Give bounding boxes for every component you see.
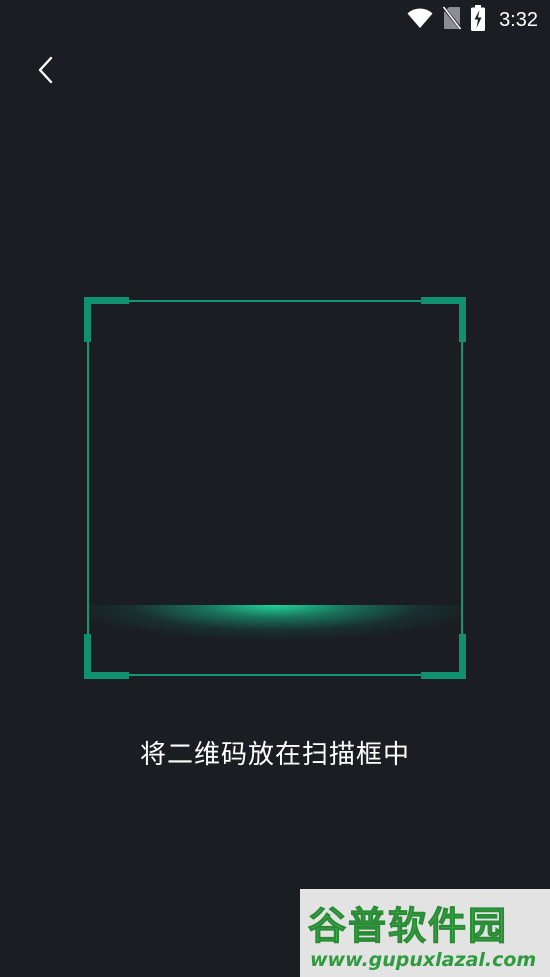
chevron-left-icon xyxy=(37,56,55,88)
status-time: 3:32 xyxy=(499,8,538,31)
scan-frame xyxy=(84,297,466,679)
watermark-url: www.gupuxlazal.com xyxy=(310,949,537,971)
scan-corner-top-right xyxy=(421,297,466,342)
watermark-logo: 谷普软件园 xyxy=(307,904,509,949)
wifi-icon xyxy=(407,7,433,33)
status-icons: 3:32 xyxy=(407,5,538,35)
battery-charging-icon xyxy=(471,5,486,35)
scan-line xyxy=(87,605,463,641)
no-sim-icon xyxy=(441,6,463,34)
back-button[interactable] xyxy=(26,52,66,92)
status-bar: 3:32 xyxy=(0,0,550,40)
qr-scan-screen: 3:32 将二维码放在扫描框中 谷普软件园 www.gupuxlazal.com xyxy=(0,0,550,977)
scan-hint-text: 将二维码放在扫描框中 xyxy=(139,740,410,770)
watermark: 谷普软件园 www.gupuxlazal.com xyxy=(300,889,550,977)
scan-corner-top-left xyxy=(84,297,129,342)
